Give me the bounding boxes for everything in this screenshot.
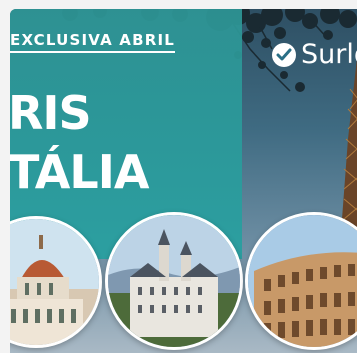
colosseum-photo[interactable] [245, 212, 357, 350]
headline-line-1: RIS [10, 86, 92, 140]
promo-tagline: EXCLUSIVA ABRIL [10, 31, 176, 53]
brand-logo[interactable]: Surlo [272, 39, 357, 70]
headline-line-2: TÁLIA [10, 145, 149, 199]
neuschwanstein-castle-photo[interactable] [105, 212, 243, 350]
checkmark-circle-icon [272, 42, 296, 67]
promo-banner[interactable]: EXCLUSIVA ABRIL RIS TÁLIA Surlo [10, 9, 357, 353]
brand-name: Surlo [301, 39, 357, 70]
